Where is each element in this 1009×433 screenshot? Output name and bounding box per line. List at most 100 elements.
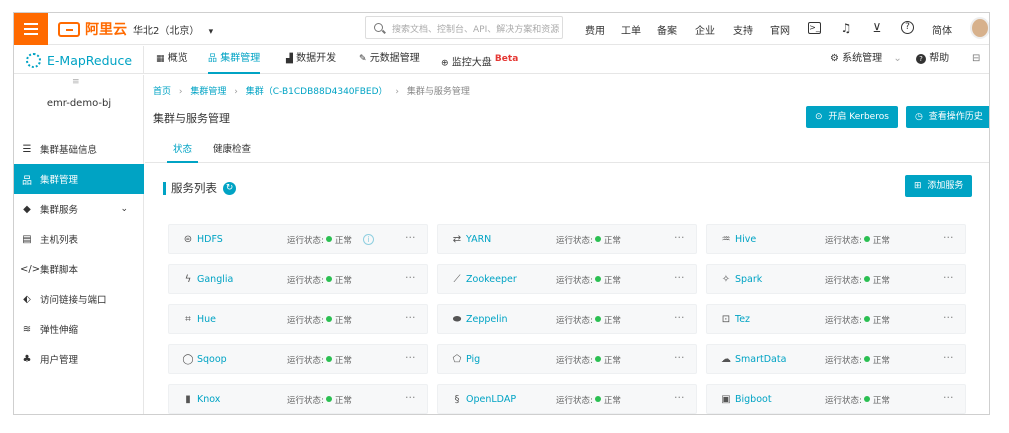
bell-icon[interactable]: ♫ <box>839 21 853 35</box>
service-name[interactable]: Hue <box>197 314 216 325</box>
refresh-icon[interactable]: ↻ <box>223 182 236 195</box>
more-actions-icon[interactable]: ··· <box>674 351 685 364</box>
nav-tab-metadata[interactable]: ✎ 元数据管理 <box>359 46 420 74</box>
more-actions-icon[interactable]: ··· <box>943 351 954 364</box>
add-service-button[interactable]: ⊞ 添加服务 <box>905 175 973 197</box>
service-card-smartdata[interactable]: ☁ SmartData 运行状态: 正常 ··· <box>706 344 966 374</box>
more-actions-icon[interactable]: ··· <box>405 351 416 364</box>
more-actions-icon[interactable]: ··· <box>943 311 954 324</box>
service-card-hive[interactable]: ♒ Hive 运行状态: 正常 ··· <box>706 224 966 254</box>
more-actions-icon[interactable]: ··· <box>405 391 416 404</box>
tab-status[interactable]: 状态 <box>167 141 199 163</box>
clock-icon: ◷ <box>915 112 923 122</box>
search-icon <box>374 23 383 32</box>
system-management-menu[interactable]: ⚙ 系统管理 ⌄ <box>830 46 902 74</box>
nav-tab-cluster-management[interactable]: 品 集群管理 <box>208 46 261 74</box>
service-name[interactable]: Ganglia <box>197 274 233 285</box>
product-title[interactable]: E-MapReduce <box>14 46 144 74</box>
sidebar-item-cluster-services[interactable]: ◆ 集群服务 ⌄ <box>14 194 144 224</box>
service-name[interactable]: HDFS <box>197 234 223 245</box>
status-label: 运行状态: <box>825 396 862 406</box>
smartdata-icon: ☁ <box>721 354 731 365</box>
top-link-tickets[interactable]: 工单 <box>621 22 641 37</box>
more-actions-icon[interactable]: ··· <box>405 271 416 284</box>
sidebar-item-user-management[interactable]: ♣ 用户管理 <box>14 344 144 374</box>
service-name[interactable]: SmartData <box>735 354 786 365</box>
operation-history-button[interactable]: ◷ 查看操作历史 <box>906 106 989 128</box>
service-name[interactable]: Pig <box>466 354 480 365</box>
more-actions-icon[interactable]: ··· <box>674 231 685 244</box>
cluster-icon: 品 <box>208 54 218 64</box>
window-icon[interactable]: ⊟ <box>972 46 980 74</box>
service-name[interactable]: Hive <box>735 234 756 245</box>
enable-kerberos-button[interactable]: ⊙ 开启 Kerberos <box>806 106 898 128</box>
more-actions-icon[interactable]: ··· <box>405 311 416 324</box>
cart-icon[interactable]: ⊻ <box>870 21 884 35</box>
more-actions-icon[interactable]: ··· <box>405 231 416 244</box>
service-name[interactable]: OpenLDAP <box>466 394 516 405</box>
menu-icon[interactable] <box>14 13 48 45</box>
nav-tab-overview[interactable]: ▦ 概览 <box>156 46 188 74</box>
top-link-enterprise[interactable]: 企业 <box>695 22 715 37</box>
service-name[interactable]: Zeppelin <box>466 314 508 325</box>
tab-health-check[interactable]: 健康检查 <box>207 141 257 163</box>
service-name[interactable]: Spark <box>735 274 762 285</box>
service-name[interactable]: Knox <box>197 394 220 405</box>
more-actions-icon[interactable]: ··· <box>943 271 954 284</box>
service-card-openldap[interactable]: § OpenLDAP 运行状态: 正常 ··· <box>437 384 697 414</box>
language-switch[interactable]: 简体 <box>932 22 952 37</box>
terminal-icon[interactable]: >_ <box>808 22 821 34</box>
sidebar-item-cluster-management[interactable]: 品 集群管理 <box>14 164 144 194</box>
breadcrumb-cluster-management[interactable]: 集群管理 <box>190 87 226 97</box>
service-card-hue[interactable]: ⌗ Hue 运行状态: 正常 ··· <box>168 304 428 334</box>
service-card-tez[interactable]: ⊡ Tez 运行状态: 正常 ··· <box>706 304 966 334</box>
more-actions-icon[interactable]: ··· <box>674 391 685 404</box>
sidebar-item-cluster-scripts[interactable]: </> 集群脚本 <box>14 254 144 284</box>
service-card-knox[interactable]: ▮ Knox 运行状态: 正常 ··· <box>168 384 428 414</box>
more-actions-icon[interactable]: ··· <box>674 311 685 324</box>
service-card-spark[interactable]: ✧ Spark 运行状态: 正常 ··· <box>706 264 966 294</box>
info-icon[interactable]: i <box>363 234 374 245</box>
breadcrumb-home[interactable]: 首页 <box>153 87 171 97</box>
service-card-yarn[interactable]: ⇄ YARN 运行状态: 正常 ··· <box>437 224 697 254</box>
service-name[interactable]: Sqoop <box>197 354 227 365</box>
service-card-hdfs[interactable]: ⊜ HDFS 运行状态: 正常 i ··· <box>168 224 428 254</box>
breadcrumb-cluster[interactable]: 集群（C-B1CDB88D4340FBED） <box>246 87 388 97</box>
help-icon[interactable]: ? <box>901 21 914 34</box>
search-input[interactable]: 搜索文档、控制台、API、解决方案和资源 <box>365 16 563 39</box>
avatar[interactable] <box>970 17 989 39</box>
service-card-zookeeper[interactable]: ⟋ Zookeeper 运行状态: 正常 ··· <box>437 264 697 294</box>
help-menu[interactable]: ? 帮助 <box>916 46 949 74</box>
nav-tab-monitor[interactable]: ⊕ 监控大盘 Beta <box>441 46 518 74</box>
product-name: E-MapReduce <box>47 52 133 68</box>
collapse-menu-icon[interactable]: ≡ <box>72 77 80 87</box>
top-link-website[interactable]: 官网 <box>770 22 790 37</box>
top-link-support[interactable]: 支持 <box>733 22 753 37</box>
top-link-icp[interactable]: 备案 <box>657 22 677 37</box>
sidebar-item-cluster-info[interactable]: ☰ 集群基础信息 <box>14 134 144 164</box>
service-card-pig[interactable]: ⬠ Pig 运行状态: 正常 ··· <box>437 344 697 374</box>
sidebar-item-label: 集群管理 <box>40 175 79 186</box>
service-card-bigboot[interactable]: ▣ Bigboot 运行状态: 正常 ··· <box>706 384 966 414</box>
nav-tab-label: 数据开发 <box>296 53 337 64</box>
service-card-ganglia[interactable]: ϟ Ganglia 运行状态: 正常 ··· <box>168 264 428 294</box>
service-name[interactable]: YARN <box>466 234 491 245</box>
top-link-fees[interactable]: 费用 <box>585 22 605 37</box>
more-actions-icon[interactable]: ··· <box>943 231 954 244</box>
status-dot-icon <box>863 316 870 322</box>
region-selector[interactable]: 华北2（北京） ▾ <box>133 22 213 37</box>
aliyun-logo[interactable]: 阿里云 <box>58 19 127 39</box>
more-actions-icon[interactable]: ··· <box>674 271 685 284</box>
service-card-sqoop[interactable]: ◯ Sqoop 运行状态: 正常 ··· <box>168 344 428 374</box>
more-actions-icon[interactable]: ··· <box>943 391 954 404</box>
page-tabs: 状态 健康检查 <box>145 141 989 163</box>
nav-tab-data-development[interactable]: ▟ 数据开发 <box>286 46 336 74</box>
sidebar-item-host-list[interactable]: ▤ 主机列表 <box>14 224 144 254</box>
service-name[interactable]: Tez <box>735 314 750 325</box>
service-card-zeppelin[interactable]: ⬬ Zeppelin 运行状态: 正常 ··· <box>437 304 697 334</box>
service-name[interactable]: Bigboot <box>735 394 772 405</box>
sidebar-item-access-links[interactable]: ⬖ 访问链接与端口 <box>14 284 144 314</box>
sidebar-item-auto-scaling[interactable]: ≋ 弹性伸缩 <box>14 314 144 344</box>
service-name[interactable]: Zookeeper <box>466 274 517 285</box>
sidebar-item-label: 访问链接与端口 <box>40 295 107 306</box>
